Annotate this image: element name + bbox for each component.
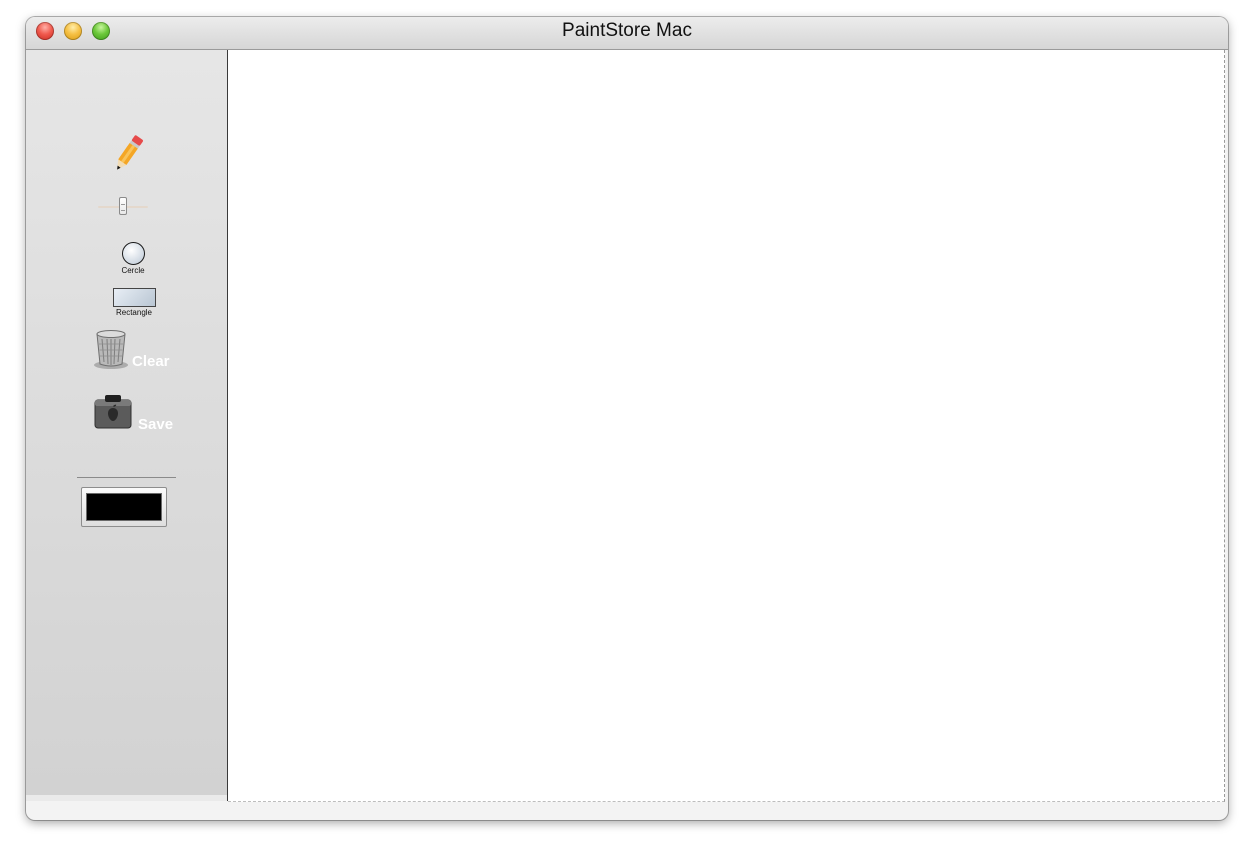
rectangle-tool-button[interactable]: Rectangle [106,288,162,322]
window-title: PaintStore Mac [562,20,692,41]
circle-tool-button[interactable]: Cercle [112,242,154,278]
pencil-tool-button[interactable] [108,132,148,176]
slider-thumb[interactable] [119,197,127,215]
stroke-width-slider[interactable] [98,195,148,219]
title-bar[interactable]: PaintStore Mac [26,17,1228,50]
circle-icon [121,242,145,265]
trash-icon [94,330,128,369]
color-well[interactable] [81,487,167,527]
rectangle-tool-label: Rectangle [115,308,153,317]
sidebar-bottom-strip [26,795,228,801]
rectangle-icon [112,288,156,307]
circle-tool-label: Cercle [121,266,145,275]
drive-icon [94,395,132,429]
app-window: PaintStore Mac Cercle Rectangle Clear Sa… [26,17,1228,820]
clear-label: Clear [132,353,170,370]
save-label: Save [138,416,174,433]
current-color-swatch [86,493,162,521]
clear-button[interactable]: Clear [92,326,182,372]
sidebar-divider [77,477,176,478]
pencil-icon [117,135,143,170]
drawing-canvas[interactable] [228,50,1225,802]
tool-sidebar: Cercle Rectangle Clear Save [26,50,228,795]
save-button[interactable]: Save [92,392,182,436]
